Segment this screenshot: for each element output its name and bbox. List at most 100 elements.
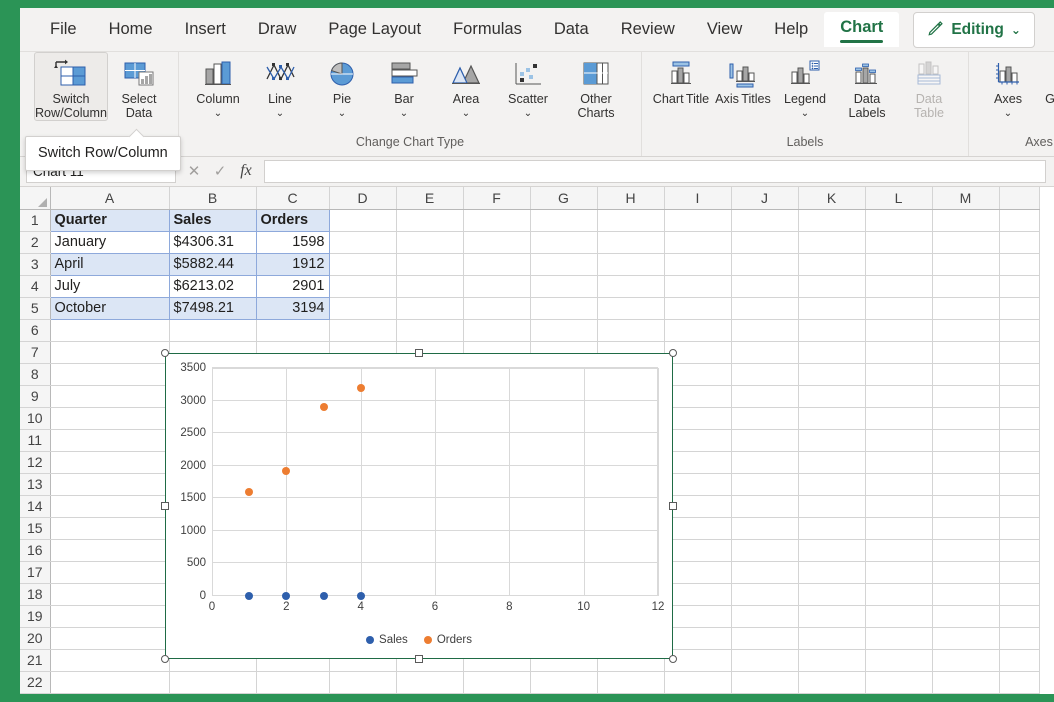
cell-blank[interactable] [999,319,1039,341]
pie-chart-button[interactable]: Pie ⌄ [311,52,373,119]
column-header-n[interactable] [999,187,1039,209]
cell-i5[interactable] [664,297,731,319]
cell-a5[interactable]: October [50,297,169,319]
cell-j4[interactable] [731,275,798,297]
row-header-22[interactable]: 22 [20,671,50,693]
enter-check-icon[interactable]: ✓ [208,160,232,183]
cell-blank[interactable] [798,473,865,495]
cell-blank[interactable] [999,517,1039,539]
scatter-chart-button[interactable]: Scatter ⌄ [497,52,559,119]
cell-blank[interactable] [865,561,932,583]
cell-blank[interactable] [731,407,798,429]
cell-blank[interactable] [865,539,932,561]
cell-m4[interactable] [932,275,999,297]
cell-blank[interactable] [932,539,999,561]
cell-blank[interactable] [999,649,1039,671]
cell-i1[interactable] [664,209,731,231]
cell-blank[interactable] [798,319,865,341]
cell-blank[interactable] [932,363,999,385]
cell-blank[interactable] [731,319,798,341]
cell-blank[interactable] [798,341,865,363]
row-header-1[interactable]: 1 [20,209,50,231]
legend-button[interactable]: Legend ⌄ [774,52,836,119]
other-charts-button[interactable]: Other Charts [559,52,633,120]
cell-e1[interactable] [396,209,463,231]
data-point-sales[interactable] [282,592,290,600]
cell-b1[interactable]: Sales [169,209,256,231]
cell-e2[interactable] [396,231,463,253]
data-labels-button[interactable]: Data Labels [836,52,898,120]
row-header-3[interactable]: 3 [20,253,50,275]
cell-blank[interactable] [329,693,396,694]
cell-blank[interactable] [50,495,169,517]
cell-blank[interactable] [798,649,865,671]
row-header-15[interactable]: 15 [20,517,50,539]
cell-j5[interactable] [731,297,798,319]
cell-blank[interactable] [932,429,999,451]
cell-blank[interactable] [731,627,798,649]
data-point-orders[interactable] [320,403,328,411]
column-header-d[interactable]: D [329,187,396,209]
cell-blank[interactable] [731,649,798,671]
cell-l5[interactable] [865,297,932,319]
cell-k1[interactable] [798,209,865,231]
cell-blank[interactable] [731,341,798,363]
column-header-b[interactable]: B [169,187,256,209]
cell-blank[interactable] [664,319,731,341]
cell-blank[interactable] [932,627,999,649]
chevron-down-icon[interactable]: ⌄ [801,108,809,119]
cell-blank[interactable] [50,407,169,429]
cell-b3[interactable]: $5882.44 [169,253,256,275]
cell-blank[interactable] [664,517,731,539]
axis-titles-button[interactable]: Axis Titles [712,52,774,107]
cell-blank[interactable] [50,473,169,495]
data-point-sales[interactable] [357,592,365,600]
cell-l3[interactable] [865,253,932,275]
cell-blank[interactable] [664,363,731,385]
cell-b5[interactable]: $7498.21 [169,297,256,319]
cell-d5[interactable] [329,297,396,319]
cell-blank[interactable] [932,561,999,583]
cell-blank[interactable] [50,363,169,385]
cell-blank[interactable] [865,385,932,407]
cell-blank[interactable] [731,671,798,693]
cell-blank[interactable] [932,649,999,671]
tab-file[interactable]: File [34,14,93,45]
cell-blank[interactable] [731,473,798,495]
chart-title-button[interactable]: Chart Title [650,52,712,107]
cell-blank[interactable] [731,693,798,694]
cell-blank[interactable] [999,429,1039,451]
row-header-14[interactable]: 14 [20,495,50,517]
cell-blank[interactable] [999,605,1039,627]
cell-a4[interactable]: July [50,275,169,297]
row-header-18[interactable]: 18 [20,583,50,605]
tab-view[interactable]: View [691,14,758,45]
tab-home[interactable]: Home [93,14,169,45]
tab-data[interactable]: Data [538,14,605,45]
cell-l2[interactable] [865,231,932,253]
bar-chart-button[interactable]: Bar ⌄ [373,52,435,119]
tab-formulas[interactable]: Formulas [437,14,538,45]
cell-m3[interactable] [932,253,999,275]
area-chart-button[interactable]: Area ⌄ [435,52,497,119]
data-point-sales[interactable] [320,592,328,600]
cell-blank[interactable] [50,539,169,561]
cell-m5[interactable] [932,297,999,319]
cell-h4[interactable] [597,275,664,297]
tab-draw[interactable]: Draw [242,14,313,45]
resize-handle-bottom-center[interactable] [415,655,423,663]
cell-f2[interactable] [463,231,530,253]
cell-blank[interactable] [798,605,865,627]
cell-l4[interactable] [865,275,932,297]
column-header-i[interactable]: I [664,187,731,209]
cell-blank[interactable] [731,385,798,407]
cell-blank[interactable] [865,319,932,341]
cell-blank[interactable] [50,341,169,363]
cell-blank[interactable] [50,319,169,341]
cell-e5[interactable] [396,297,463,319]
cell-j2[interactable] [731,231,798,253]
cell-blank[interactable] [731,605,798,627]
cell-blank[interactable] [169,319,256,341]
chart-legend[interactable]: SalesOrders [166,634,672,646]
row-header-8[interactable]: 8 [20,363,50,385]
